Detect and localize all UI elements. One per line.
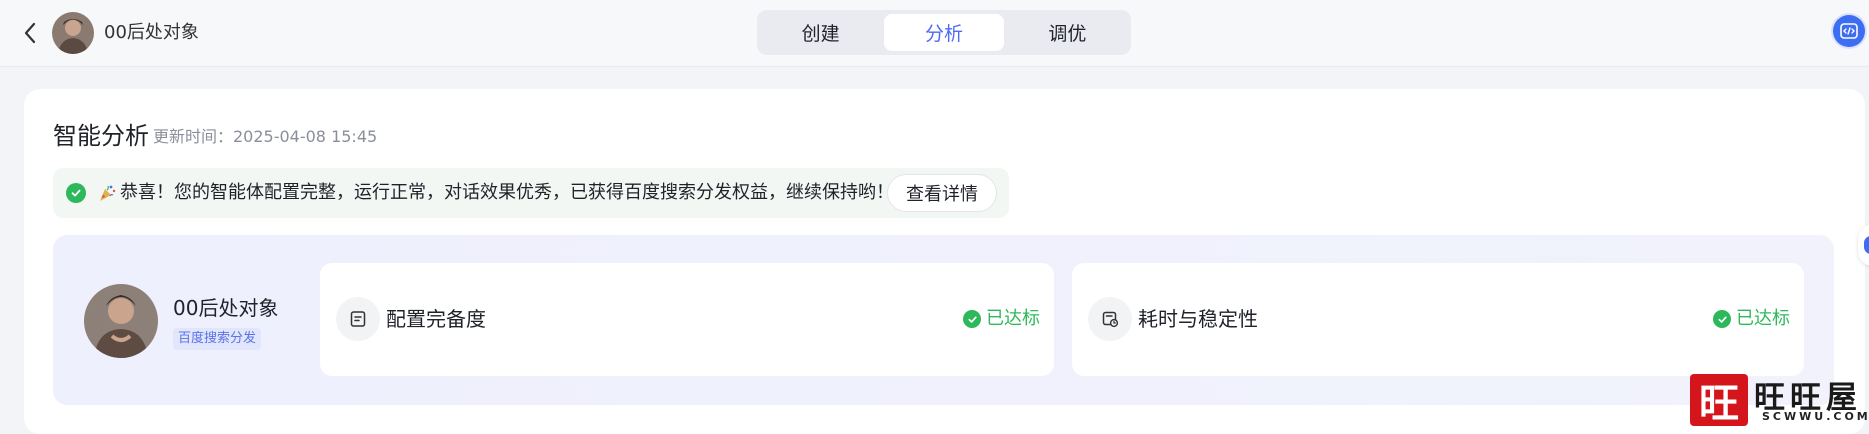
distribution-tag: 百度搜索分发 bbox=[173, 328, 262, 350]
check-circle-icon bbox=[1713, 310, 1731, 328]
party-popper-icon bbox=[97, 183, 117, 203]
status-text: 已达标 bbox=[986, 308, 1040, 329]
agent-title: 00后处对象 bbox=[104, 22, 199, 43]
avatar[interactable] bbox=[52, 12, 94, 54]
tab-analysis[interactable]: 分析 bbox=[884, 14, 1004, 51]
status-text: 已达标 bbox=[1736, 308, 1790, 329]
timer-icon bbox=[1088, 297, 1132, 341]
status-badge: 已达标 bbox=[963, 307, 1040, 331]
back-button[interactable] bbox=[18, 20, 42, 46]
watermark-logo: 旺 bbox=[1690, 374, 1748, 427]
status-badge: 已达标 bbox=[1713, 307, 1790, 331]
metric-card-timing[interactable]: 耗时与稳定性 已达标 bbox=[1072, 263, 1804, 376]
check-circle-icon bbox=[66, 183, 86, 203]
document-icon bbox=[336, 297, 380, 341]
metric-card-config[interactable]: 配置完备度 已达标 bbox=[320, 263, 1054, 376]
code-button[interactable] bbox=[1833, 15, 1865, 47]
check-circle-icon bbox=[963, 310, 981, 328]
agent-avatar bbox=[84, 284, 158, 358]
view-details-button[interactable]: 查看详情 bbox=[887, 174, 997, 212]
mode-tabs: 创建 分析 调优 bbox=[757, 10, 1131, 55]
code-icon bbox=[1840, 23, 1858, 39]
assistant-icon bbox=[1864, 236, 1869, 254]
watermark: 旺 旺旺屋 SCWWU.COM bbox=[1690, 372, 1868, 427]
watermark-url: SCWWU.COM bbox=[1762, 410, 1869, 423]
chevron-left-icon bbox=[24, 22, 36, 44]
tab-tune[interactable]: 调优 bbox=[1008, 14, 1127, 51]
metric-label: 耗时与稳定性 bbox=[1138, 307, 1258, 331]
update-time: 更新时间：2025-04-08 15:45 bbox=[153, 127, 378, 146]
top-bar: 00后处对象 创建 分析 调优 bbox=[0, 0, 1869, 67]
tab-create[interactable]: 创建 bbox=[761, 14, 880, 51]
metric-label: 配置完备度 bbox=[386, 307, 486, 331]
section-title: 智能分析 bbox=[53, 122, 149, 150]
agent-name: 00后处对象 bbox=[173, 296, 279, 320]
banner-message: 恭喜！您的智能体配置完整，运行正常，对话效果优秀，已获得百度搜索分发权益，继续保… bbox=[120, 182, 894, 203]
